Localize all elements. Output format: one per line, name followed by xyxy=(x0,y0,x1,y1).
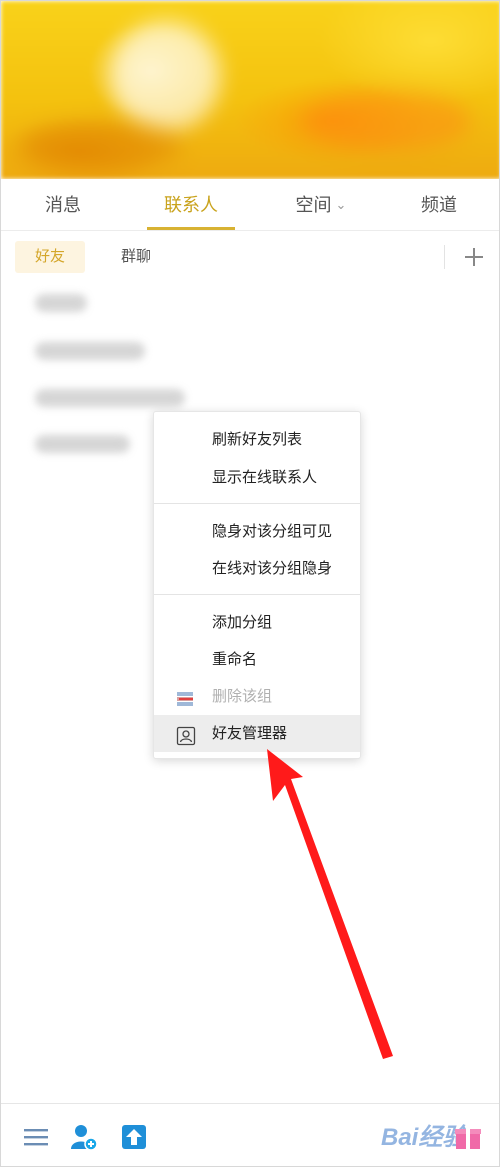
friend-group-row[interactable] xyxy=(15,429,155,459)
menu-item-add-group[interactable]: 添加分组 xyxy=(154,604,360,641)
app-window: 消息 联系人 空间 ⌄ 频道 好友 群聊 刷新好友列表 显示在线联系人 隐身对该分… xyxy=(0,0,500,1167)
main-tabs: 消息 联系人 空间 ⌄ 频道 xyxy=(1,179,499,231)
profile-banner xyxy=(1,1,499,179)
add-icon[interactable] xyxy=(459,241,489,273)
menu-item-show-online[interactable]: 显示在线联系人 xyxy=(154,459,360,496)
friend-group-row[interactable] xyxy=(15,383,205,413)
active-tab-indicator xyxy=(147,227,235,230)
menu-item-refresh-friends[interactable]: 刷新好友列表 xyxy=(154,421,360,458)
gift-icon[interactable] xyxy=(453,1122,483,1152)
chevron-down-icon: ⌄ xyxy=(335,197,347,212)
menu-item-invisible-visible[interactable]: 隐身对该分组可见 xyxy=(154,513,360,550)
subtab-groups[interactable]: 群聊 xyxy=(101,241,171,273)
add-friend-icon[interactable] xyxy=(69,1122,99,1152)
menu-item-friend-manager[interactable]: 好友管理器 xyxy=(154,715,360,752)
menu-item-delete-group: 删除该组 xyxy=(154,678,360,715)
tab-messages[interactable]: 消息 xyxy=(19,179,107,231)
menu-item-rename[interactable]: 重命名 xyxy=(154,641,360,678)
subtab-friends[interactable]: 好友 xyxy=(15,241,86,273)
menu-separator xyxy=(154,503,360,504)
divider xyxy=(444,245,445,269)
menu-separator xyxy=(154,594,360,595)
delete-group-icon xyxy=(176,686,196,706)
tab-channels[interactable]: 频道 xyxy=(397,179,481,231)
friend-group-row[interactable] xyxy=(15,288,135,318)
bottom-toolbar: Bai经验 xyxy=(1,1103,499,1166)
menu-icon[interactable] xyxy=(21,1122,51,1152)
tab-space[interactable]: 空间 ⌄ xyxy=(271,179,371,231)
friend-group-row[interactable] xyxy=(15,336,175,366)
upload-icon[interactable] xyxy=(119,1122,149,1152)
menu-item-online-hidden[interactable]: 在线对该分组隐身 xyxy=(154,550,360,587)
tab-contacts[interactable]: 联系人 xyxy=(147,179,235,231)
contact-card-icon xyxy=(176,723,196,746)
context-menu: 刷新好友列表 显示在线联系人 隐身对该分组可见 在线对该分组隐身 添加分组 重命… xyxy=(153,411,361,759)
